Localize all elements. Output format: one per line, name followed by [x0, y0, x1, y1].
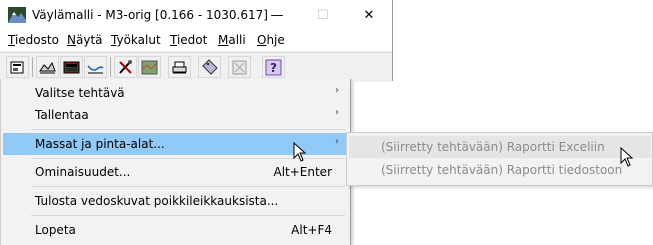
toolbar-help-button[interactable]: ?: [262, 56, 285, 78]
menu-item-tulosta-vedoskuvat[interactable]: Tulosta vedoskuvat poikkileikkauksista..…: [3, 190, 348, 212]
menu-item-label: Ominaisuudet...: [35, 165, 131, 179]
terrain-icon: [39, 61, 56, 74]
submenu-item-label: (Siirretty tehtävään) Raportti tiedostoo…: [381, 163, 623, 177]
menu-tiedosto[interactable]: Tiedosto: [8, 33, 59, 47]
menu-item-shortcut: Alt+Enter: [273, 165, 332, 179]
submenu-arrow-icon: ›: [335, 107, 339, 118]
menu-item-label: Lopeta: [35, 223, 76, 237]
maximize-button[interactable]: ☐: [300, 0, 346, 31]
menu-item-label: Tallentaa: [35, 108, 89, 122]
menu-tyokalut[interactable]: Työkalut: [111, 33, 161, 47]
toolbar-print-button[interactable]: [168, 56, 191, 78]
mouse-pointer-icon: [293, 142, 307, 162]
submenu-item-label: (Siirretty tehtävään) Raportti Exceliin: [381, 140, 605, 154]
menu-item-label: Massat ja pinta-alat...: [35, 137, 165, 151]
help-icon: ?: [265, 59, 282, 76]
map-icon: [141, 60, 158, 75]
massat-submenu: (Siirretty tehtävään) Raportti Exceliin …: [346, 132, 653, 186]
menu-item-shortcut: Alt+F4: [291, 223, 332, 237]
toolbar-profile-button[interactable]: [84, 56, 107, 78]
menu-item-tallentaa[interactable]: Tallentaa ›: [3, 104, 348, 126]
menu-item-label: Valitse tehtävä: [35, 86, 125, 100]
image-icon: [232, 60, 247, 75]
menu-nayta[interactable]: Näytä: [67, 33, 103, 47]
menu-separator: [31, 186, 345, 187]
menu-separator: [31, 215, 345, 216]
toolbar-terrain-button[interactable]: [36, 56, 59, 78]
toolbar-separator: [32, 57, 33, 77]
app-window: Väylämalli - M3-orig [0.166 - 1030.617] …: [0, 0, 393, 82]
layers-icon: [63, 61, 80, 74]
toolbar-tools-button[interactable]: [114, 56, 137, 78]
tools-icon: [119, 60, 132, 74]
print-icon: [172, 61, 187, 74]
menu-item-label: Tulosta vedoskuvat poikkileikkauksista..…: [35, 194, 279, 208]
toolbar: ?: [0, 52, 392, 82]
tag-icon: [202, 59, 218, 75]
toolbar-separator: [110, 57, 111, 77]
minimize-button[interactable]: —: [254, 0, 300, 31]
toolbar-layers-button[interactable]: [60, 56, 83, 78]
menu-item-valitse-tehtava[interactable]: Valitse tehtävä ›: [3, 82, 348, 104]
properties-icon: [10, 61, 24, 74]
toolbar-image-button[interactable]: [228, 56, 251, 78]
toolbar-map-button[interactable]: [138, 56, 161, 78]
profile-icon: [87, 65, 104, 74]
menu-item-lopeta[interactable]: Lopeta Alt+F4: [3, 219, 348, 241]
title-bar[interactable]: Väylämalli - M3-orig [0.166 - 1030.617] …: [0, 0, 392, 31]
submenu-arrow-icon: ›: [335, 136, 339, 147]
mouse-pointer-icon: [620, 147, 634, 167]
submenu-arrow-icon: ›: [335, 85, 339, 96]
submenu-item-raportti-tiedostoon[interactable]: (Siirretty tehtävään) Raportti tiedostoo…: [349, 159, 651, 181]
mountain-map-icon: [8, 7, 26, 23]
close-button[interactable]: ✕: [346, 0, 392, 31]
menu-ohje[interactable]: Ohje: [257, 33, 285, 47]
menu-separator: [31, 129, 345, 130]
toolbar-tag-button[interactable]: [198, 56, 221, 78]
menu-item-ominaisuudet[interactable]: Ominaisuudet... Alt+Enter: [3, 161, 348, 183]
window-title: Väylämalli - M3-orig [0.166 - 1030.617]: [32, 8, 268, 22]
toolbar-properties-button[interactable]: [6, 56, 29, 78]
menu-bar: Tiedosto Näytä Työkalut Tiedot Malli Ohj…: [0, 31, 392, 51]
menu-malli[interactable]: Malli: [218, 33, 246, 47]
svg-text:?: ?: [270, 61, 277, 75]
submenu-item-raportti-exceliin[interactable]: (Siirretty tehtävään) Raportti Exceliin: [349, 136, 651, 158]
menu-tiedot[interactable]: Tiedot: [170, 33, 207, 47]
file-menu-dropdown: Valitse tehtävä › Tallentaa › Massat ja …: [0, 79, 351, 245]
